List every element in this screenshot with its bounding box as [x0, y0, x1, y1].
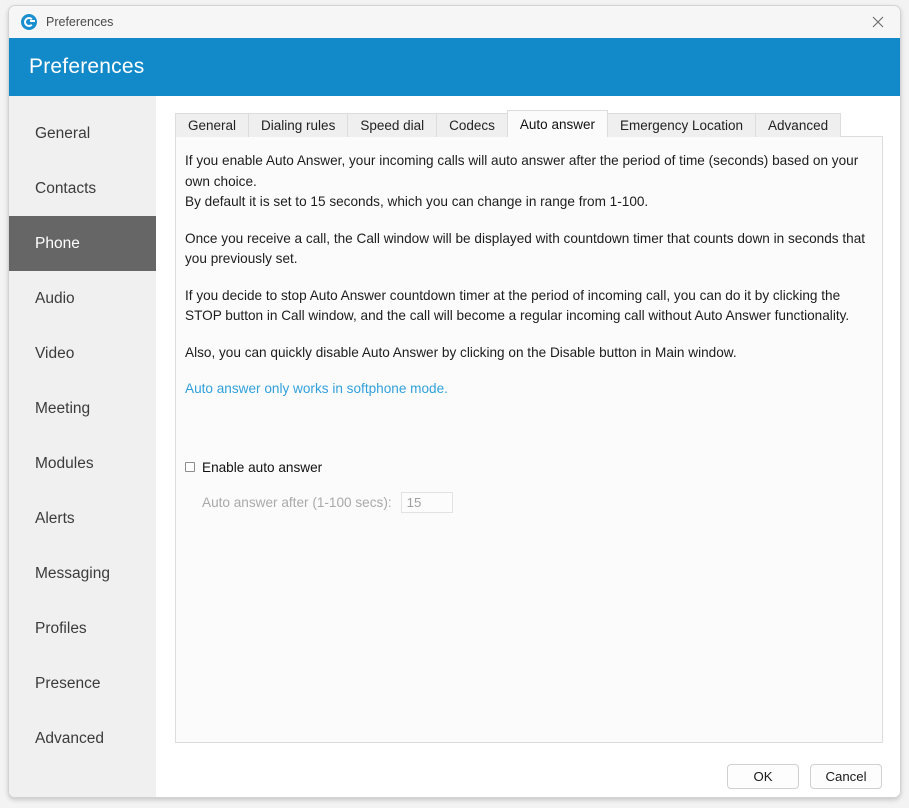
sidebar-item-label: Alerts	[35, 509, 75, 527]
sidebar-item-label: Advanced	[35, 729, 104, 747]
sidebar-item-label: Video	[35, 344, 75, 362]
sidebar-item-label: Audio	[35, 289, 75, 307]
ok-button-label: OK	[753, 769, 773, 784]
sidebar-item-profiles[interactable]: Profiles	[9, 601, 156, 656]
enable-auto-answer-label: Enable auto answer	[202, 459, 323, 475]
tab-label: Auto answer	[519, 116, 595, 132]
tab-strip: General Dialing rules Speed dial Codecs …	[175, 110, 883, 137]
ok-button[interactable]: OK	[727, 764, 799, 789]
sidebar-item-modules[interactable]: Modules	[9, 436, 156, 491]
sidebar-item-meeting[interactable]: Meeting	[9, 381, 156, 436]
tab-label: Dialing rules	[261, 118, 336, 133]
sidebar-item-general[interactable]: General	[9, 106, 156, 161]
sidebar-item-label: Presence	[35, 674, 101, 692]
auto-answer-after-row: Auto answer after (1-100 secs):	[185, 491, 866, 513]
tab-general[interactable]: General	[175, 113, 250, 137]
sidebar-item-label: Profiles	[35, 619, 87, 637]
sidebar-item-contacts[interactable]: Contacts	[9, 161, 156, 216]
tab-label: Codecs	[449, 118, 495, 133]
cancel-button[interactable]: Cancel	[810, 764, 882, 789]
cancel-button-label: Cancel	[825, 769, 867, 784]
page-header: Preferences	[9, 38, 900, 96]
sidebar: General Contacts Phone Audio Video Meeti…	[9, 96, 156, 797]
sidebar-item-presence[interactable]: Presence	[9, 656, 156, 711]
sidebar-item-phone[interactable]: Phone	[9, 216, 156, 271]
sidebar-item-label: Meeting	[35, 399, 91, 417]
sidebar-item-messaging[interactable]: Messaging	[9, 546, 156, 601]
sidebar-item-label: Messaging	[35, 564, 110, 582]
window-title: Preferences	[46, 15, 114, 29]
page-title: Preferences	[29, 55, 145, 78]
tab-label: Advanced	[768, 118, 829, 133]
sidebar-item-audio[interactable]: Audio	[9, 271, 156, 326]
close-icon[interactable]	[855, 6, 900, 37]
tab-codecs[interactable]: Codecs	[436, 113, 508, 137]
tab-dialing-rules[interactable]: Dialing rules	[248, 113, 349, 137]
intro-paragraph: If you enable Auto Answer, your incoming…	[185, 153, 859, 209]
enable-auto-answer-row[interactable]: Enable auto answer	[185, 460, 866, 475]
app-logo-icon	[21, 14, 37, 30]
title-bar: Preferences	[9, 6, 900, 38]
tab-advanced[interactable]: Advanced	[755, 113, 842, 137]
window-body: General Contacts Phone Audio Video Meeti…	[9, 96, 900, 797]
sidebar-item-label: Phone	[35, 234, 80, 252]
dialog-footer: OK Cancel	[727, 764, 882, 789]
auto-answer-seconds-input[interactable]	[400, 491, 453, 513]
sidebar-item-label: General	[35, 124, 91, 142]
sidebar-item-label: Modules	[35, 454, 94, 472]
auto-answer-after-label: Auto answer after (1-100 secs):	[202, 494, 392, 510]
enable-auto-answer-checkbox[interactable]	[185, 462, 195, 472]
tab-auto-answer[interactable]: Auto answer	[506, 110, 608, 137]
tab-speed-dial[interactable]: Speed dial	[347, 113, 438, 137]
sidebar-item-advanced[interactable]: Advanced	[9, 711, 156, 766]
sidebar-item-alerts[interactable]: Alerts	[9, 491, 156, 546]
auto-answer-tab-panel: If you enable Auto Answer, your incoming…	[175, 136, 883, 743]
title-bar-left-group: Preferences	[21, 6, 113, 38]
stop-countdown-paragraph: If you decide to stop Auto Answer countd…	[185, 287, 850, 324]
tab-container: General Dialing rules Speed dial Codecs …	[175, 110, 883, 743]
sidebar-item-label: Contacts	[35, 179, 97, 197]
tab-label: General	[188, 118, 237, 133]
tab-label: Speed dial	[360, 118, 425, 133]
tab-label: Emergency Location	[619, 118, 744, 133]
tab-emergency-location[interactable]: Emergency Location	[606, 113, 757, 137]
preferences-window: Preferences Preferences General Contacts…	[8, 5, 901, 798]
sidebar-item-video[interactable]: Video	[9, 326, 156, 381]
disable-button-paragraph: Also, you can quickly disable Auto Answe…	[185, 344, 737, 360]
softphone-mode-note-link[interactable]: Auto answer only works in softphone mode…	[185, 379, 448, 400]
call-window-paragraph: Once you receive a call, the Call window…	[185, 230, 866, 267]
